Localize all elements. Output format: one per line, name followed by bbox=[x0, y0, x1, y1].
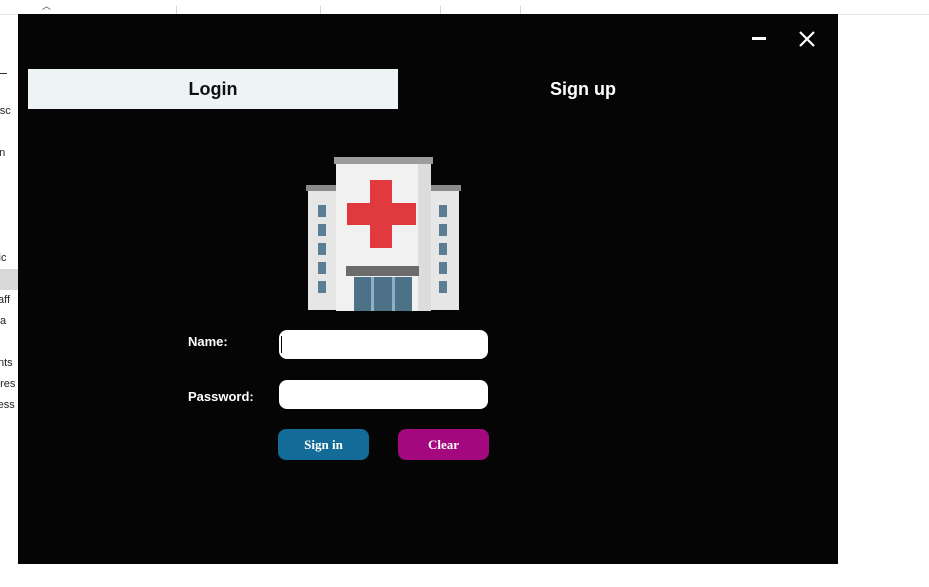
close-button[interactable] bbox=[792, 26, 822, 52]
background-list-item[interactable]: aff bbox=[0, 292, 18, 308]
minimize-button[interactable] bbox=[744, 26, 774, 52]
name-label: Name: bbox=[188, 334, 228, 349]
column-separator bbox=[320, 6, 321, 14]
sort-caret-icon: ︿ bbox=[42, 1, 52, 11]
column-separator bbox=[440, 6, 441, 14]
minimize-icon bbox=[752, 37, 766, 40]
clear-button[interactable]: Clear bbox=[398, 429, 489, 460]
background-list-item[interactable]: gres bbox=[0, 376, 18, 392]
background-header bbox=[0, 0, 929, 15]
background-list-item[interactable]: a bbox=[0, 313, 18, 329]
background-list-item[interactable]: ten bbox=[0, 145, 18, 161]
column-separator bbox=[176, 6, 177, 14]
login-dialog: Login Sign up Name: Password: Sign in Cl… bbox=[18, 14, 838, 564]
close-icon bbox=[799, 31, 815, 47]
background-dash bbox=[0, 73, 7, 74]
name-input[interactable] bbox=[279, 330, 488, 359]
background-list-item[interactable]: nts bbox=[0, 355, 18, 371]
background-list-item[interactable]: t bbox=[0, 228, 18, 244]
background-selected-row bbox=[0, 269, 18, 290]
sign-in-button[interactable]: Sign in bbox=[278, 429, 369, 460]
background-list-item[interactable]: n-sc bbox=[0, 103, 18, 119]
hospital-icon bbox=[306, 157, 461, 312]
background-list-item[interactable]: ress bbox=[0, 397, 18, 413]
text-caret bbox=[281, 336, 282, 353]
column-separator bbox=[520, 6, 521, 14]
tab-login[interactable]: Login bbox=[28, 69, 398, 109]
password-input[interactable] bbox=[279, 380, 488, 409]
tab-signup[interactable]: Sign up bbox=[398, 69, 768, 109]
password-label: Password: bbox=[188, 389, 254, 404]
background-list-item[interactable]: ctic bbox=[0, 250, 18, 266]
